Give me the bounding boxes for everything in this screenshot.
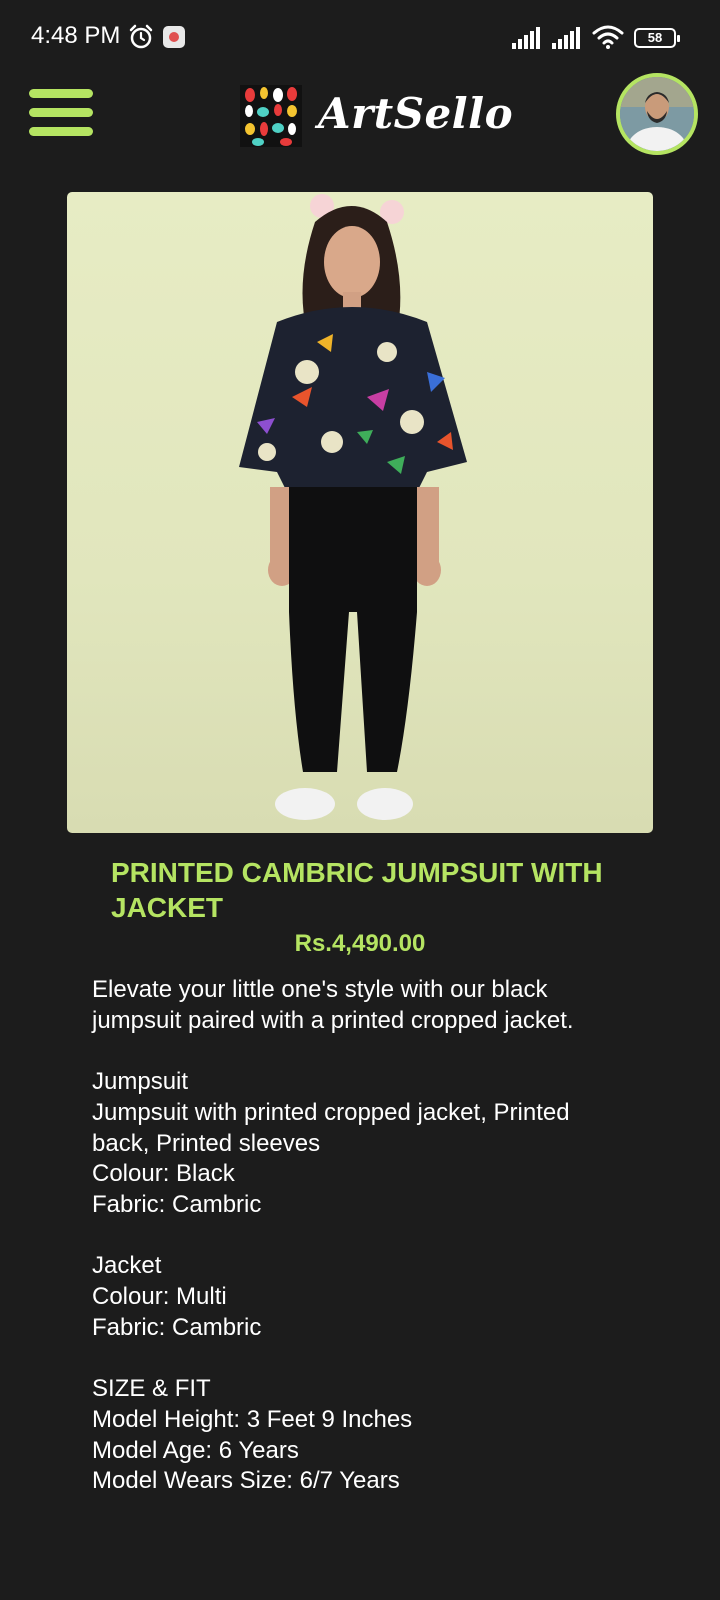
alarm-icon [129, 24, 153, 49]
signal-icon [552, 27, 580, 49]
brand-logo[interactable]: ArtSello [240, 85, 520, 147]
product-photo [239, 194, 467, 820]
description-line: Elevate your little one's style with our… [92, 976, 548, 1003]
description-line: back, Printed sleeves [92, 1129, 321, 1157]
product-image[interactable] [67, 192, 653, 833]
wifi-icon [592, 25, 624, 49]
signal-icon [512, 27, 540, 49]
description-line: Jumpsuit with printed cropped jacket, Pr… [92, 1098, 570, 1126]
description-line: Fabric: Cambric [92, 1313, 262, 1341]
section-heading-jacket: Jacket [92, 1252, 162, 1280]
battery-icon: 58 [634, 28, 680, 48]
battery-level: 58 [647, 30, 663, 45]
product-title: PRINTED CAMBRIC JUMPSUIT WITH JACKET [111, 857, 603, 923]
avatar[interactable] [616, 73, 698, 155]
description-line: Colour: Multi [92, 1283, 227, 1310]
section-heading-size-fit: SIZE & FIT [92, 1375, 211, 1403]
avatar-photo [620, 77, 694, 151]
menu-icon [29, 89, 93, 98]
description-line: Model Age: 6 Years [92, 1436, 299, 1464]
menu-button[interactable] [29, 89, 93, 137]
notification-icon [163, 26, 185, 48]
product-description: Elevate your little one's style with our… [92, 975, 652, 1497]
brand-name: ArtSello [318, 89, 514, 138]
section-heading-jumpsuit: Jumpsuit [92, 1068, 189, 1096]
description-line: Fabric: Cambric [92, 1190, 262, 1218]
product-price: Rs.4,490.00 [294, 930, 426, 957]
description-line: Model Height: 3 Feet 9 Inches [92, 1405, 413, 1433]
status-time: 4:48 PM [31, 22, 121, 49]
description-line: Colour: Black [92, 1160, 235, 1188]
description-line: Model Wears Size: 6/7 Years [92, 1467, 400, 1495]
brand-logo-mark [240, 85, 302, 147]
description-line: jumpsuit paired with a printed cropped j… [92, 1006, 574, 1034]
status-bar: 4:48 PM 58 [0, 0, 720, 70]
